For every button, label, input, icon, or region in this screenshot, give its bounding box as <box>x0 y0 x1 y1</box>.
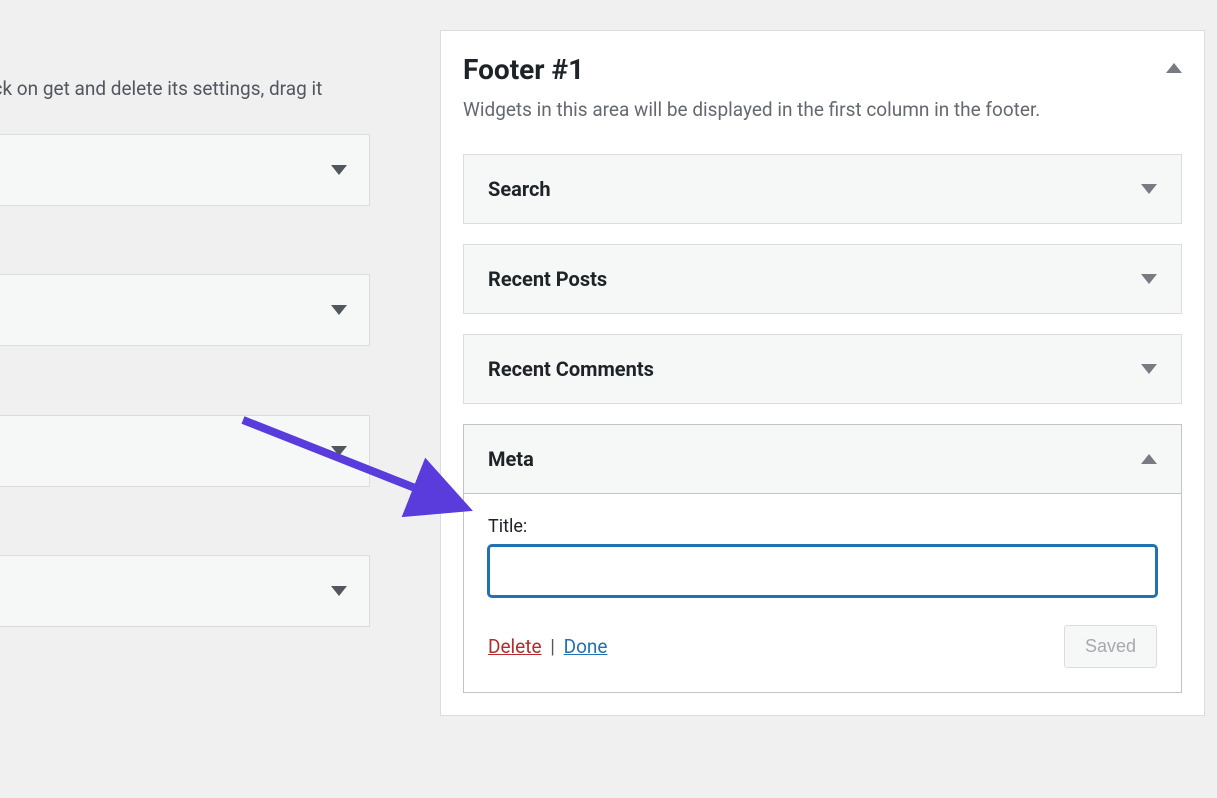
available-widgets-description: rag it to a sidebar or click on get and … <box>0 74 370 104</box>
done-link[interactable]: Done <box>564 635 608 658</box>
chevron-up-icon <box>1166 63 1182 73</box>
title-input[interactable] <box>488 545 1157 597</box>
available-widget-item[interactable] <box>0 555 370 627</box>
available-widgets-column: ts rag it to a sidebar or click on get a… <box>0 0 370 798</box>
widget-label: Recent Comments <box>488 357 654 381</box>
available-widget-item[interactable] <box>0 274 370 346</box>
chevron-down-icon <box>1141 274 1157 284</box>
widget-meta-header[interactable]: Meta <box>464 425 1181 494</box>
panel-header[interactable]: Footer #1 <box>463 53 1182 86</box>
widget-search[interactable]: Search <box>463 154 1182 224</box>
footer-1-panel: Footer #1 Widgets in this area will be d… <box>440 30 1205 716</box>
delete-link[interactable]: Delete <box>488 635 542 658</box>
widget-recent-posts[interactable]: Recent Posts <box>463 244 1182 314</box>
chevron-down-icon <box>331 586 347 596</box>
widget-label: Search <box>488 177 551 201</box>
available-widget-desc: ayer. <box>0 358 370 387</box>
chevron-down-icon <box>331 305 347 315</box>
chevron-down-icon <box>331 165 347 175</box>
widget-actions: Delete | Done <box>488 635 607 658</box>
chevron-down-icon <box>1141 364 1157 374</box>
widget-areas-column: Footer #1 Widgets in this area will be d… <box>370 0 1217 798</box>
chevron-down-icon <box>331 446 347 456</box>
widget-recent-comments[interactable]: Recent Comments <box>463 334 1182 404</box>
available-widget-desc: f categories. <box>0 639 370 668</box>
available-widgets-heading: ts <box>0 30 370 59</box>
widget-meta-body: Title: Delete | Done Saved <box>464 494 1181 692</box>
chevron-up-icon <box>1141 454 1157 464</box>
panel-title: Footer #1 <box>463 53 584 86</box>
chevron-down-icon <box>1141 184 1157 194</box>
separator: | <box>550 635 555 658</box>
title-label: Title: <box>488 516 1157 537</box>
saved-button: Saved <box>1064 625 1157 668</box>
panel-description: Widgets in this area will be displayed i… <box>463 94 1182 126</box>
widget-label: Meta <box>488 447 534 471</box>
available-widget-desc: your site's Posts. <box>0 218 370 247</box>
widget-meta: Meta Title: Delete | Done Saved <box>463 424 1182 693</box>
available-widget-item[interactable] <box>0 415 370 487</box>
widget-label: Recent Posts <box>488 267 607 291</box>
available-widget-item[interactable] <box>0 134 370 206</box>
available-widget-desc: te's posts. <box>0 499 370 528</box>
